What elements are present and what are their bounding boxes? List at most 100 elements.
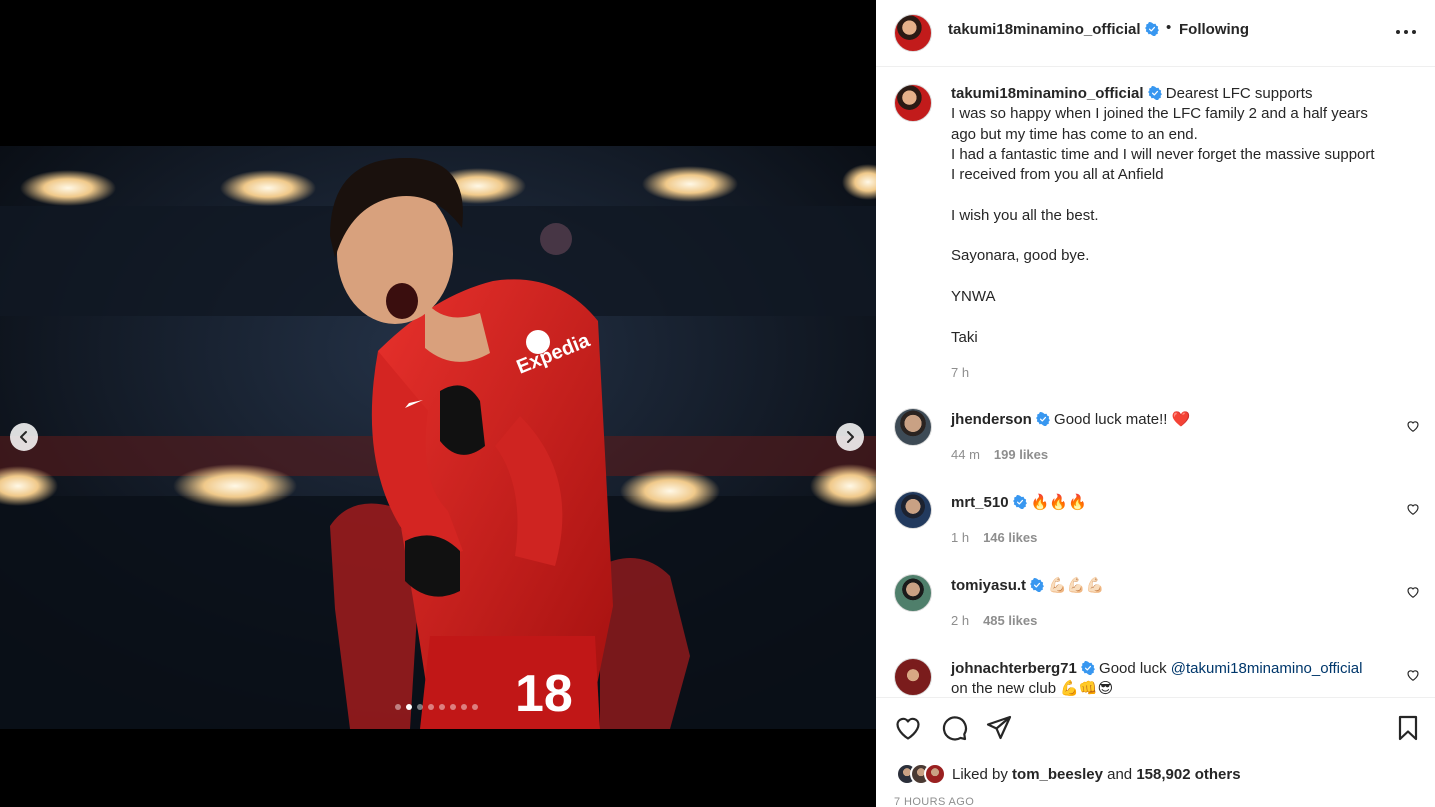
comment-text: 🔥🔥🔥 xyxy=(1030,494,1087,511)
post-caption: takumi18minamino_official Dearest LFC su… xyxy=(876,84,1435,384)
comment-body: mrt_510 🔥🔥🔥 xyxy=(951,493,1401,513)
comment-body: johnachterberg71 Good luck @takumi18mina… xyxy=(951,659,1401,697)
comment-text: 💪🏻💪🏻💪🏻 xyxy=(1048,577,1105,594)
caption-line: I had a fantastic time and I will never … xyxy=(951,145,1375,163)
liked-by-summary: Liked by tom_beesley and 158,902 others xyxy=(896,762,1241,786)
post-media-pane: Expedia 18 xyxy=(0,0,876,807)
commenter-avatar[interactable] xyxy=(894,408,932,446)
comment-meta: 44 m 199 likes xyxy=(951,447,1048,462)
comment-meta: 1 h 146 likes xyxy=(951,530,1037,545)
liker-avatar[interactable] xyxy=(924,763,946,785)
comments-scroll-area[interactable]: takumi18minamino_official Dearest LFC su… xyxy=(876,68,1435,697)
verified-badge-icon xyxy=(1012,495,1027,509)
carousel-dot xyxy=(395,704,401,710)
carousel-dot xyxy=(461,704,467,710)
liked-by-prefix: Liked by xyxy=(952,765,1013,783)
chevron-left-icon xyxy=(20,431,27,443)
verified-badge-icon xyxy=(1035,412,1050,426)
carousel-dot xyxy=(472,704,478,710)
post-photo[interactable]: Expedia 18 xyxy=(0,146,876,729)
caption-line xyxy=(951,307,1401,327)
commenter-username[interactable]: jhenderson xyxy=(951,411,1032,428)
comment-like-heart-icon[interactable] xyxy=(1406,502,1420,516)
save-bookmark-icon[interactable] xyxy=(1394,714,1422,742)
caption-line: Taki xyxy=(951,328,978,346)
likes-count-link[interactable]: 158,902 others xyxy=(1136,766,1240,783)
chevron-right-icon xyxy=(847,431,854,443)
carousel-dot xyxy=(406,704,412,710)
post-timestamp[interactable]: 7 HOURS AGO xyxy=(894,796,974,807)
author-username-link[interactable]: takumi18minamino_official xyxy=(948,21,1159,38)
carousel-indicator xyxy=(395,704,478,710)
like-heart-icon[interactable] xyxy=(894,714,922,742)
comment-item: mrt_510 🔥🔥🔥 1 h 146 likes xyxy=(876,491,1435,551)
following-button[interactable]: Following xyxy=(1179,21,1249,38)
caption-line: Sayonara, good bye. xyxy=(951,247,1090,265)
carousel-prev-button[interactable] xyxy=(10,423,38,451)
liked-by-user-link[interactable]: tom_beesley xyxy=(1012,766,1103,783)
carousel-dot xyxy=(417,704,423,710)
caption-body: takumi18minamino_official Dearest LFC su… xyxy=(951,84,1401,348)
verified-badge-icon xyxy=(1030,578,1044,592)
caption-line: YNWA xyxy=(951,287,996,305)
comment-time[interactable]: 44 m xyxy=(951,447,980,462)
liked-by-text: Liked by tom_beesley and 158,902 others xyxy=(952,766,1241,783)
commenter-username[interactable]: johnachterberg71 xyxy=(951,660,1077,677)
verified-badge-icon xyxy=(1147,86,1162,100)
share-send-icon[interactable] xyxy=(985,714,1013,742)
caption-line xyxy=(951,185,1401,205)
caption-line xyxy=(951,267,1401,287)
comment-likes[interactable]: 146 likes xyxy=(983,530,1037,545)
caption-username-link[interactable]: takumi18minamino_official xyxy=(951,85,1162,102)
author-username[interactable]: takumi18minamino_official xyxy=(948,21,1141,38)
verified-badge-icon xyxy=(1080,661,1095,675)
caption-author-avatar[interactable] xyxy=(894,84,932,122)
comment-bubble-icon[interactable] xyxy=(940,714,968,742)
carousel-dot xyxy=(450,704,456,710)
caption-text: I was so happy when I joined the LFC fam… xyxy=(951,104,1401,348)
comment-body: tomiyasu.t 💪🏻💪🏻💪🏻 xyxy=(951,576,1401,596)
commenter-username[interactable]: mrt_510 xyxy=(951,494,1009,511)
comment-text-before: Good luck xyxy=(1099,660,1171,677)
author-avatar[interactable] xyxy=(894,14,932,52)
carousel-dot xyxy=(428,704,434,710)
player-photo-illustration: Expedia 18 xyxy=(0,146,876,729)
comment-text: Good luck mate!! ❤️ xyxy=(1054,411,1191,428)
comment-like-heart-icon[interactable] xyxy=(1406,585,1420,599)
commenter-avatar[interactable] xyxy=(894,491,932,529)
comment-like-heart-icon[interactable] xyxy=(1406,668,1420,682)
liked-by-and: and xyxy=(1102,765,1137,783)
caption-time[interactable]: 7 h xyxy=(951,365,969,380)
more-options-icon[interactable] xyxy=(1392,22,1420,42)
verified-badge-icon xyxy=(1144,22,1159,36)
comment-item: tomiyasu.t 💪🏻💪🏻💪🏻 2 h 485 likes xyxy=(876,574,1435,634)
caption-line: ago but my time has come to an end. xyxy=(951,125,1198,143)
post-actions-section: Liked by tom_beesley and 158,902 others … xyxy=(876,697,1435,807)
caption-line: I wish you all the best. xyxy=(951,206,1099,224)
post-header: takumi18minamino_official • Following xyxy=(876,0,1435,67)
comment-like-heart-icon[interactable] xyxy=(1406,419,1420,433)
carousel-dot xyxy=(439,704,445,710)
commenter-username[interactable]: tomiyasu.t xyxy=(951,577,1026,594)
comment-likes[interactable]: 485 likes xyxy=(983,613,1037,628)
post-detail-panel: takumi18minamino_official • Following ta… xyxy=(876,0,1435,807)
comment-mention-link[interactable]: @takumi18minamino_official xyxy=(1171,660,1363,677)
caption-first-line: Dearest LFC supports xyxy=(1165,85,1313,102)
comment-meta: 2 h 485 likes xyxy=(951,613,1037,628)
svg-text:18: 18 xyxy=(515,665,573,723)
comment-time[interactable]: 1 h xyxy=(951,530,969,545)
comment-likes[interactable]: 199 likes xyxy=(994,447,1048,462)
caption-line xyxy=(951,226,1401,246)
header-separator: • xyxy=(1166,19,1172,36)
caption-username[interactable]: takumi18minamino_official xyxy=(951,85,1144,102)
commenter-avatar[interactable] xyxy=(894,574,932,612)
comment-text-after: on the new club 💪👊😎 xyxy=(951,680,1114,697)
caption-line: I was so happy when I joined the LFC fam… xyxy=(951,105,1368,123)
carousel-next-button[interactable] xyxy=(836,423,864,451)
comment-item: johnachterberg71 Good luck @takumi18mina… xyxy=(876,658,1435,697)
comment-time[interactable]: 2 h xyxy=(951,613,969,628)
comment-item: jhenderson Good luck mate!! ❤️ 44 m 199 l… xyxy=(876,408,1435,468)
caption-line: I received from you all at Anfield xyxy=(951,166,1164,184)
commenter-avatar[interactable] xyxy=(894,658,932,696)
comment-body: jhenderson Good luck mate!! ❤️ xyxy=(951,410,1401,430)
